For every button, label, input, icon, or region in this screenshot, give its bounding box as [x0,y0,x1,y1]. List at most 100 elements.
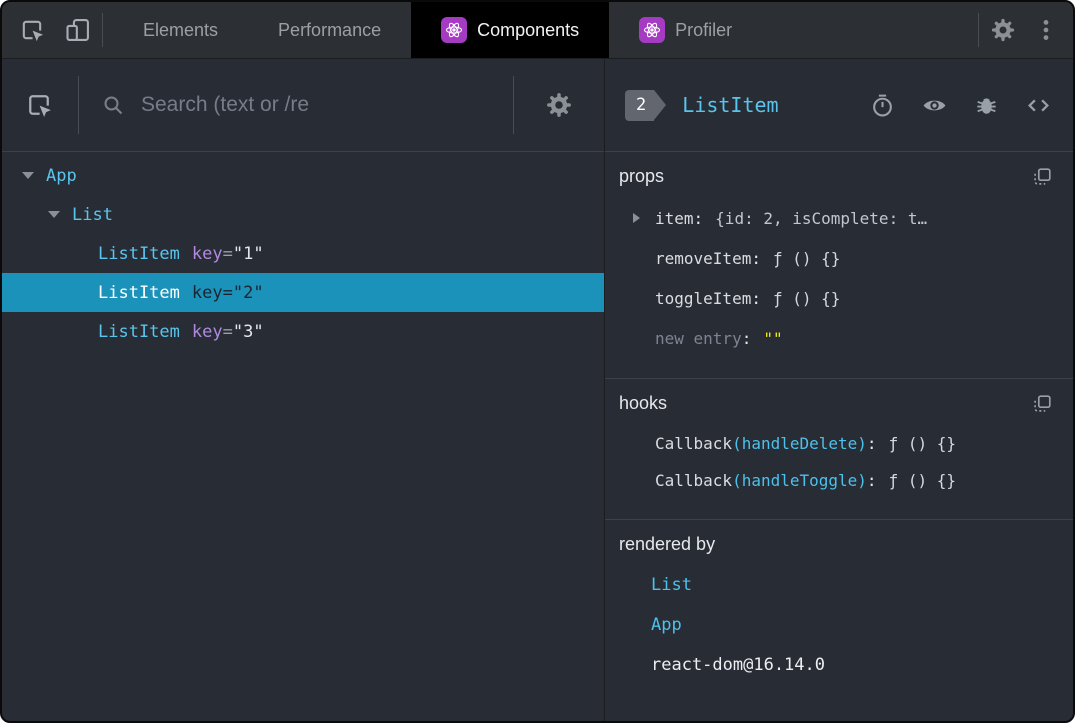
rendered-by-title: rendered by [619,534,716,554]
tree-settings-gear-icon[interactable] [544,90,574,120]
tab-profiler[interactable]: Profiler [609,2,762,58]
prop-name: toggleItem [655,288,752,308]
prop-row-item[interactable]: item: {id: 2, isComplete: t… [619,198,1059,238]
tree-toolbar [2,59,604,152]
devtools-tabbar: Elements Performance Components Profiler [2,2,1073,59]
component-tree: App List ListItem key = "1" ListItem key = "2"… [2,152,604,721]
search-box [79,93,513,117]
hook-value: ƒ () {} [888,471,956,490]
key-equals: = [222,243,233,264]
tree-row-app[interactable]: App [2,156,604,195]
key-attribute: key [191,243,223,264]
more-options-icon[interactable] [1033,17,1059,43]
component-name: App [46,165,77,186]
component-details-panel: 2 ListItem props item: {id: 2, isComple… [605,59,1073,721]
prop-value: ƒ () {} [772,248,841,268]
prop-row-new-entry[interactable]: new entry: "" [619,318,1059,358]
device-toolbar-icon[interactable] [64,16,92,44]
log-component-bug-icon[interactable] [974,93,999,118]
expand-arrow-icon[interactable] [633,213,655,223]
hooks-title: hooks [619,393,668,413]
inspect-dom-eye-icon[interactable] [922,93,947,118]
key-attribute: key [191,321,223,342]
details-toolbar: 2 ListItem [605,59,1073,152]
owner-list-item[interactable]: List [619,565,1059,605]
components-tree-panel: App List ListItemkey="1" ListItemkey="2"… [2,59,605,721]
copy-props-icon[interactable] [1031,166,1053,188]
expand-arrow-icon[interactable] [22,172,46,179]
component-name: ListItem [98,282,180,303]
component-name: List [72,204,113,225]
tabbar-divider [978,13,979,47]
hook-colon: : [866,471,877,490]
new-entry-label[interactable]: new entry [655,329,742,348]
tree-row-listitem-1[interactable]: ListItem key = "1" [2,234,604,273]
tab-elements[interactable]: Elements [113,2,248,58]
tree-settings-wrap [514,90,604,120]
search-input[interactable] [141,93,513,117]
prop-colon: : [741,328,752,348]
prop-colon: : [693,208,704,228]
select-element-icon[interactable] [24,90,54,120]
component-name: ListItem [98,243,180,264]
tab-label: Profiler [675,19,733,40]
expand-arrow-icon[interactable] [48,211,72,218]
key-attribute: key [191,282,223,303]
selected-index-badge: 2 [625,89,667,121]
key-equals: = [222,282,233,303]
prop-row-removeitem: removeItem: ƒ () {} [619,238,1059,278]
tabbar-divider [102,13,103,47]
tree-row-list[interactable]: List [2,195,604,234]
tab-label: Components [477,19,580,40]
details-toolbar-icons [870,93,1051,118]
key-value: "3" [232,321,264,342]
inspect-element-icon[interactable] [18,16,46,44]
prop-value: {id: 2, isComplete: t… [715,208,928,228]
key-value: "1" [232,243,264,264]
rendered-by-section: rendered by List App react-dom@16.14.0 [605,519,1073,705]
tree-row-listitem-2-selected[interactable]: ListItem key = "2" [2,273,604,312]
tree-row-listitem-3[interactable]: ListItem key = "3" [2,312,604,351]
hook-colon: : [866,434,877,453]
hook-row-handletoggle: Callback (handleToggle): ƒ () {} [619,462,1059,499]
hook-arg: (handleToggle) [732,471,867,490]
props-title: props [619,166,665,186]
prop-colon: : [751,248,761,268]
prop-name: removeItem [655,248,752,268]
tab-components[interactable]: Components [411,2,610,58]
hook-name: Callback [655,471,733,490]
react-logo-icon [441,17,468,43]
prop-name: item [655,208,694,228]
hook-name: Callback [655,434,733,453]
hook-arg: (handleDelete) [732,434,867,453]
prop-colon: : [751,288,761,308]
view-source-icon[interactable] [1026,93,1051,118]
react-logo-icon [639,17,666,43]
hook-value: ƒ () {} [888,434,956,453]
owner-list-item[interactable]: App [619,605,1059,645]
tab-performance[interactable]: Performance [248,2,411,58]
devtools-main: App List ListItemkey="1" ListItemkey="2"… [2,59,1073,721]
selected-component-name: ListItem [682,93,779,117]
hooks-section: hooks Callback (handleDelete): ƒ () {} Cal… [605,378,1073,519]
owner-link[interactable]: App [651,615,682,635]
key-value: "2" [232,282,264,303]
settings-gear-icon[interactable] [989,16,1017,44]
owner-renderer: react-dom@16.14.0 [651,655,825,675]
details-sections: props item: {id: 2, isComplete: t… remove… [605,152,1073,721]
component-name: ListItem [98,321,180,342]
search-icon [101,93,125,117]
new-entry-value[interactable]: "" [763,329,782,348]
devtools-window: Elements Performance Components Profiler [0,0,1075,723]
prop-row-toggleitem: toggleItem: ƒ () {} [619,278,1059,318]
owner-link[interactable]: List [651,575,692,595]
props-section: props item: {id: 2, isComplete: t… remove… [605,152,1073,378]
tabbar-right-controls [968,13,1073,47]
tab-label: Performance [278,19,382,40]
tab-label: Elements [143,19,219,40]
copy-hooks-icon[interactable] [1031,393,1053,415]
hook-row-handledelete: Callback (handleDelete): ƒ () {} [619,425,1059,462]
suspense-stopwatch-icon[interactable] [870,93,895,118]
prop-value: ƒ () {} [772,288,841,308]
owner-list-item: react-dom@16.14.0 [619,645,1059,685]
